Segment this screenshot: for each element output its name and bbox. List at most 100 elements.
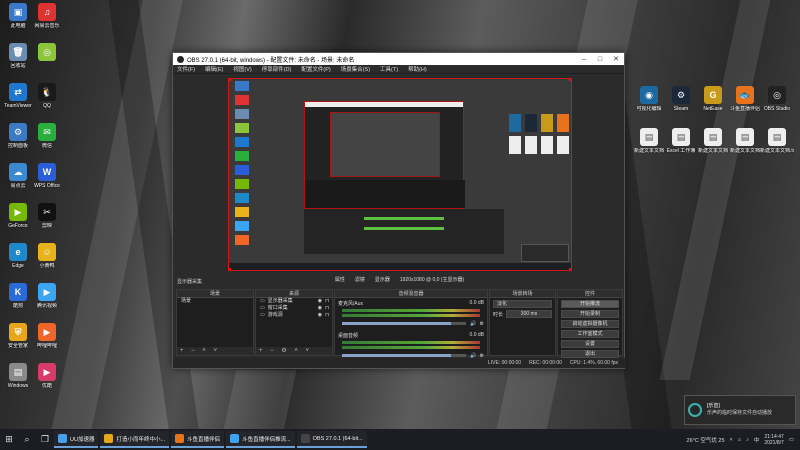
desktop-icon[interactable]: ▤ 新建文本文档 (634, 128, 664, 154)
visibility-eye-icon[interactable]: ◉ (318, 298, 322, 305)
menu-item[interactable]: 停靠部件(D) (262, 65, 292, 73)
desktop-icon[interactable]: ▤ Excel 工作簿 (666, 128, 696, 154)
visibility-eye-icon[interactable]: ◉ (318, 312, 322, 319)
desktop-icon[interactable]: ▶ 优酷 (32, 363, 62, 389)
start-icon[interactable]: ⊞ (0, 431, 18, 449)
clock[interactable]: 21:14:47 2021/8/7 (764, 434, 783, 446)
taskbar-app-label: 打造小而年终中小... (116, 436, 166, 443)
taskbar-app[interactable]: UU加速器 (54, 431, 99, 448)
minimize-icon[interactable]: – (576, 56, 592, 63)
lock-icon[interactable]: ⊓ (325, 305, 329, 312)
desktop-icon[interactable]: e Edge (3, 243, 33, 269)
menu-item[interactable]: 场景集合(S) (341, 65, 370, 73)
notification-toast[interactable]: [乐音] 乐声的临时保存文件自动播放 (684, 395, 796, 425)
visibility-eye-icon[interactable]: ◉ (318, 305, 322, 312)
gear-icon[interactable]: ⚙ (480, 321, 484, 327)
control-button[interactable]: 退出 (561, 350, 619, 358)
volume-icon[interactable]: ♪ (746, 437, 749, 443)
search-icon[interactable]: ⌕ (18, 431, 36, 449)
menu-item[interactable]: 配置文件(P) (301, 65, 330, 73)
volume-meter (342, 314, 480, 317)
source-item[interactable]: ▭ 游戏源 ◉ ⊓ (256, 312, 332, 319)
desktop-icon[interactable]: ✂ 剪映 (32, 203, 62, 229)
desktop-icon[interactable]: ⚙ 控制面板 (3, 123, 33, 149)
maximize-icon[interactable]: □ (592, 56, 608, 63)
source-item[interactable]: ▭ 窗口采集 ◉ ⊓ (256, 305, 332, 312)
taskbar-app[interactable]: 斗鱼直播伴侣推流... (226, 431, 295, 448)
desktop-icon[interactable]: ◉ 可视化编辑 (634, 86, 664, 112)
menu-item[interactable]: 工具(T) (380, 65, 398, 73)
app-icon: K (9, 283, 27, 301)
menu-item[interactable]: 编辑(E) (205, 65, 223, 73)
tray-chevron-icon[interactable]: ˄ (730, 437, 733, 443)
desktop-icon[interactable]: ⛨ 安全管家 (3, 323, 33, 349)
taskbar-app[interactable]: OBS 27.0.1 (64-bit... (296, 431, 367, 448)
control-button[interactable]: 开始推流 (561, 300, 619, 308)
taskbar-app[interactable]: 打造小而年终中小... (100, 431, 170, 448)
desktop-icon[interactable]: ▶ 哔哩哔哩 (32, 323, 62, 349)
desktop-icon[interactable]: ☺ 小黄鸭 (32, 243, 62, 269)
taskview-icon[interactable]: ❐ (36, 431, 54, 449)
scenes-footer[interactable]: + − ˄ ˅ (177, 347, 253, 355)
desktop-icon[interactable]: 🐧 QQ (32, 83, 62, 109)
close-icon[interactable]: ✕ (608, 55, 624, 63)
network-icon[interactable]: ⌂ (738, 437, 741, 443)
transition-select[interactable]: 淡化 (493, 300, 552, 308)
app-icon: ▶ (38, 363, 56, 381)
obs-titlebar[interactable]: OBS 27.0.1 (64-bit, windows) - 配置文件: 未命名… (173, 53, 624, 65)
desktop-icon[interactable]: ⇄ TeamViewer (3, 83, 33, 109)
desktop-icon[interactable]: ◎ OBS Studio (762, 86, 792, 112)
menu-item[interactable]: 帮助(H) (408, 65, 427, 73)
control-button[interactable]: 开始录制 (561, 310, 619, 318)
control-button[interactable]: 启动虚拟摄像机 (561, 320, 619, 328)
ime-indicator[interactable]: 中 (754, 436, 760, 444)
control-button[interactable]: 设置 (561, 340, 619, 348)
volume-meter (342, 341, 480, 344)
control-button[interactable]: 工作室模式 (561, 330, 619, 338)
source-item[interactable]: ▭ 显示器采集 ◉ ⊓ (256, 298, 332, 305)
desktop-icon[interactable]: ▣ 此电脑 (3, 3, 33, 29)
desktop-icon[interactable]: 🗑 回收站 (3, 43, 33, 69)
desktop-icon[interactable]: ⚙ Steam (666, 86, 696, 112)
toolbar-item[interactable]: 滤镜 (355, 276, 365, 283)
obs-preview-canvas[interactable] (228, 78, 572, 271)
scene-item[interactable]: 场景 (177, 298, 253, 305)
volume-slider[interactable] (342, 354, 467, 357)
desktop-icon-label: WPS Office (34, 183, 60, 189)
clock-time: 21:14:47 (764, 433, 784, 440)
menu-item[interactable]: 视图(V) (233, 65, 251, 73)
obs-window: OBS 27.0.1 (64-bit, windows) - 配置文件: 未命名… (172, 52, 626, 369)
desktop-icon[interactable]: ♫ 网易云音乐 (32, 3, 62, 29)
desktop-icon[interactable]: ▶ 腾讯视频 (32, 283, 62, 309)
weather-widget[interactable]: 26°C 空气优 25 (687, 436, 725, 444)
desktop-icon[interactable]: ▤ Windows (3, 363, 33, 389)
desktop-icon[interactable]: ✉ 微信 (32, 123, 62, 149)
speaker-icon[interactable]: 🔊 (470, 321, 476, 327)
toolbar-item[interactable]: 属性 (335, 276, 345, 283)
volume-slider[interactable] (342, 322, 467, 325)
desktop-icon-label: 微信 (41, 143, 52, 149)
desktop-icon[interactable]: ▤ 新建文本文档 (698, 128, 728, 154)
desktop-icon[interactable]: ▤ 新建文本文档 (730, 128, 760, 154)
obs-menubar: 文件(F) 编辑(E) 视图(V) 停靠部件(D) 配置文件(P) 场景集合(S) 工具(T… (173, 65, 624, 74)
lock-icon[interactable]: ⊓ (325, 312, 329, 319)
desktop-icon[interactable]: 🐟 斗鱼直播伴侣 (730, 86, 760, 112)
desktop-icon[interactable]: G NetEase (698, 86, 728, 112)
desktop-icon[interactable]: ◎ (32, 43, 62, 63)
desktop-icon[interactable]: ▶ GeForce (3, 203, 33, 229)
notification-icon (688, 403, 702, 417)
desktop-icon[interactable]: W WPS Office (32, 163, 62, 189)
desktop-icon[interactable]: ▤ 新建文本文档.txt (760, 128, 794, 154)
toolbar-item[interactable]: 显示器 (375, 276, 390, 283)
lock-icon[interactable]: ⊓ (325, 298, 329, 305)
toolbar-item[interactable]: 1920x1080 @ 0,0 (主显示器) (400, 276, 464, 283)
sources-footer[interactable]: + − ⚙ ˄ ˅ (256, 347, 332, 355)
preview-nested-obs (304, 101, 465, 209)
desktop-icon[interactable]: ☁ 易点云 (3, 163, 33, 189)
duration-input[interactable]: 300 ms (506, 310, 552, 318)
desktop-icon[interactable]: K 酷狗 (3, 283, 33, 309)
controls-header: 控件 (558, 290, 622, 298)
menu-item[interactable]: 文件(F) (177, 65, 195, 73)
notification-center-icon[interactable]: ▭ (789, 437, 794, 443)
taskbar-app[interactable]: 斗鱼直播伴侣 (171, 431, 225, 448)
